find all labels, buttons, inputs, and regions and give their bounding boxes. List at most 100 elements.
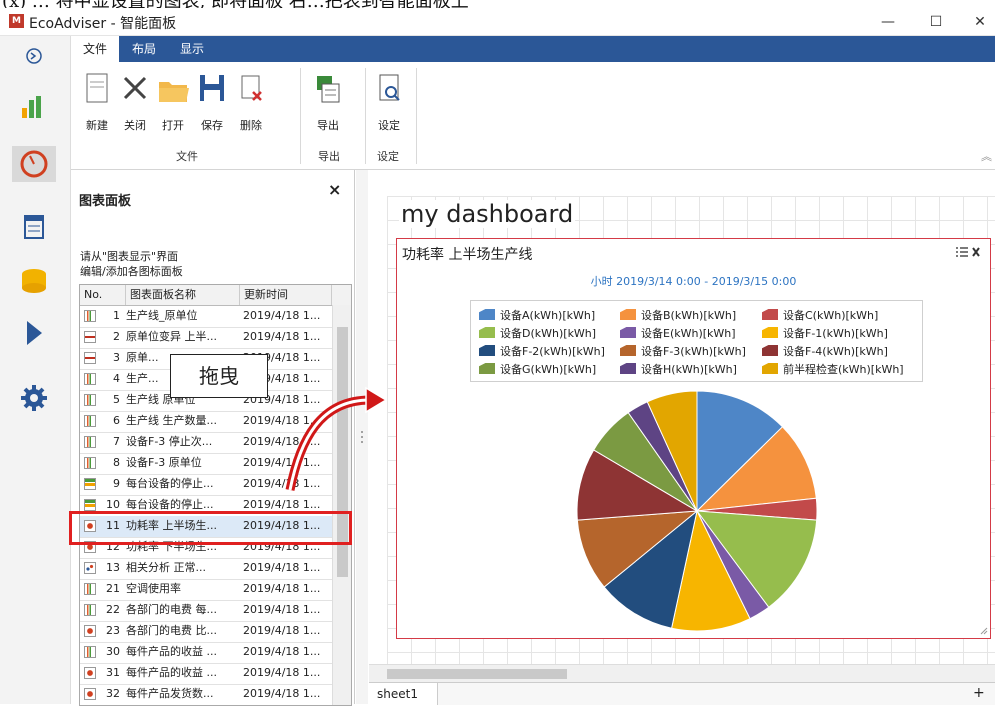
scrollbar-thumb[interactable] — [387, 669, 567, 679]
tab-file[interactable]: 文件 — [71, 36, 120, 62]
row-number: 30 — [106, 645, 120, 658]
legend-label: 设备C(kWh)[kWh] — [783, 309, 879, 322]
hbar-chart-icon — [84, 478, 96, 490]
row-name: 各部门的电费 每... — [126, 603, 217, 616]
panel-close-button[interactable]: × — [328, 180, 341, 199]
table-row[interactable]: 31 每件产品的收益 ... 2019/4/18 1... — [80, 663, 332, 685]
row-name: 每件产品发货数... — [126, 687, 214, 700]
legend-label: 前半程检查(kWh)[kWh] — [783, 363, 904, 376]
tab-display[interactable]: 显示 — [168, 36, 216, 62]
resize-grip-icon[interactable] — [980, 627, 988, 635]
phi-chart-icon — [84, 331, 96, 343]
table-row[interactable]: 23 各部门的电费 比... 2019/4/18 1... — [80, 621, 332, 643]
bar-chart-icon — [84, 646, 96, 658]
row-name: 每件产品的收益 ... — [126, 666, 217, 679]
legend-label: 设备E(kWh)[kWh] — [641, 327, 736, 340]
dashboard-area: my dashboard 功耗率 上半场生产线 小时 2019/3/14 0:0… — [369, 170, 995, 705]
close-button[interactable]: 关闭 — [115, 72, 155, 133]
database-nav-icon[interactable] — [22, 269, 46, 293]
legend-label: 设备F-4(kWh)[kWh] — [783, 345, 888, 358]
top-caption: (x) … 将中显设置的图表, 即将面板 右…把表到智能面板上 — [0, 0, 995, 8]
row-name: 设备F-3 停止次... — [126, 435, 213, 448]
bar-chart-nav-icon[interactable] — [22, 96, 41, 118]
legend-swatch — [762, 327, 778, 338]
row-number: 4 — [113, 372, 120, 385]
panel-note-line2: 编辑/添加各图标面板 — [80, 265, 183, 278]
rail-icons — [12, 48, 56, 411]
gear-nav-icon[interactable] — [21, 385, 47, 411]
row-number: 22 — [106, 603, 120, 616]
settings-button-label: 设定 — [378, 119, 400, 132]
column-header-no[interactable]: No. — [80, 285, 126, 305]
highlight-rectangle — [69, 511, 352, 545]
document-nav-icon[interactable] — [24, 215, 44, 239]
row-number: 8 — [113, 456, 120, 469]
row-number: 32 — [106, 687, 120, 700]
table-row[interactable]: 13 相关分析 正常... 2019/4/18 1... — [80, 558, 332, 580]
legend-label: 设备H(kWh)[kWh] — [641, 363, 737, 376]
table-row[interactable]: 22 各部门的电费 每... 2019/4/18 1... — [80, 600, 332, 622]
close-window-button[interactable]: ✕ — [960, 11, 995, 33]
column-header-time[interactable]: 更新时间 — [240, 285, 332, 305]
row-number: 21 — [106, 582, 120, 595]
row-name: 设备F-3 原单位 — [126, 456, 202, 469]
legend-swatch — [762, 363, 778, 374]
chart-menu-icon[interactable] — [954, 245, 984, 259]
row-number: 2 — [113, 330, 120, 343]
legend-swatch — [479, 309, 495, 320]
row-time: 2019/4/18 1... — [243, 309, 321, 322]
ribbon-collapse-icon[interactable]: ︽ — [981, 148, 992, 164]
open-button-label: 打开 — [162, 119, 184, 132]
delete-button[interactable]: 删除 — [231, 72, 271, 133]
table-row[interactable]: 30 每件产品的收益 ... 2019/4/18 1... — [80, 642, 332, 664]
minimize-button[interactable]: — — [868, 11, 908, 33]
expand-arrow-icon[interactable] — [26, 48, 42, 64]
chart-subtitle: 小时 2019/3/14 0:00 - 2019/3/15 0:00 — [590, 275, 797, 288]
tab-layout[interactable]: 布局 — [120, 36, 168, 62]
add-sheet-button[interactable]: + — [973, 685, 985, 701]
play-arrow-nav-icon[interactable] — [27, 321, 42, 345]
chart-panel[interactable]: 功耗率 上半场生产线 小时 2019/3/14 0:00 - 2019/3/15… — [396, 238, 991, 639]
table-vertical-scrollbar[interactable] — [332, 305, 351, 705]
legend-swatch — [620, 309, 636, 320]
legend-swatch — [762, 345, 778, 356]
row-number: 9 — [113, 477, 120, 490]
row-number: 31 — [106, 666, 120, 679]
new-file-icon — [86, 73, 108, 103]
legend-label: 设备F-1(kWh)[kWh] — [783, 327, 888, 340]
left-rail — [0, 36, 71, 704]
export-button-label: 导出 — [317, 119, 339, 132]
table-row[interactable]: 21 空调使用率 2019/4/18 1... — [80, 579, 332, 601]
sheet-tab[interactable]: sheet1 — [369, 683, 438, 705]
chart-legend: 设备A(kWh)[kWh] 设备B(kWh)[kWh] 设备C(kWh)[kWh] 设… — [470, 300, 923, 382]
table-row[interactable]: 2 原单位变异 上半... 2019/4/18 1... — [80, 327, 332, 349]
row-number: 13 — [106, 561, 120, 574]
new-button[interactable]: 新建 — [77, 72, 117, 133]
column-header-name[interactable]: 图表面板名称 — [126, 285, 240, 305]
bar-chart-icon — [84, 415, 96, 427]
export-button[interactable]: 导出 — [308, 72, 348, 133]
settings-button[interactable]: 设定 — [369, 72, 409, 133]
table-row[interactable]: 32 每件产品发货数... 2019/4/18 1... — [80, 684, 332, 705]
save-button[interactable]: 保存 — [192, 72, 232, 133]
row-number: 23 — [106, 624, 120, 637]
top-caption-text: (x) … 将中显设置的图表, 即将面板 右…把表到智能面板上 — [2, 0, 469, 8]
export-icon — [317, 76, 340, 103]
dashboard-horizontal-scrollbar[interactable] — [369, 664, 995, 683]
group-separator — [416, 68, 417, 164]
row-time: 2019/4/18 1... — [243, 561, 321, 574]
row-number: 7 — [113, 435, 120, 448]
app-logo-icon: M — [9, 14, 24, 28]
open-button[interactable]: 打开 — [153, 72, 193, 133]
table-row[interactable]: 1 生产线_原单位 2019/4/18 1... — [80, 306, 332, 328]
maximize-button[interactable]: ☐ — [916, 11, 956, 33]
legend-label: 设备F-2(kWh)[kWh] — [500, 345, 605, 358]
gauge-nav-icon[interactable] — [12, 146, 56, 182]
title-bar: M EcoAdviser - 智能面板 — ☐ ✕ — [0, 8, 995, 36]
ribbon-body: 新建 关闭 打开 保存 删除 导出 设定 文件 导出 设定 ︽ — [71, 62, 995, 170]
group-label-export: 导出 — [318, 150, 340, 163]
legend-swatch — [479, 345, 495, 356]
row-time: 2019/4/18 1... — [243, 687, 321, 700]
row-name: 生产线_原单位 — [126, 309, 198, 322]
drag-label: 拖曳 — [170, 354, 268, 398]
